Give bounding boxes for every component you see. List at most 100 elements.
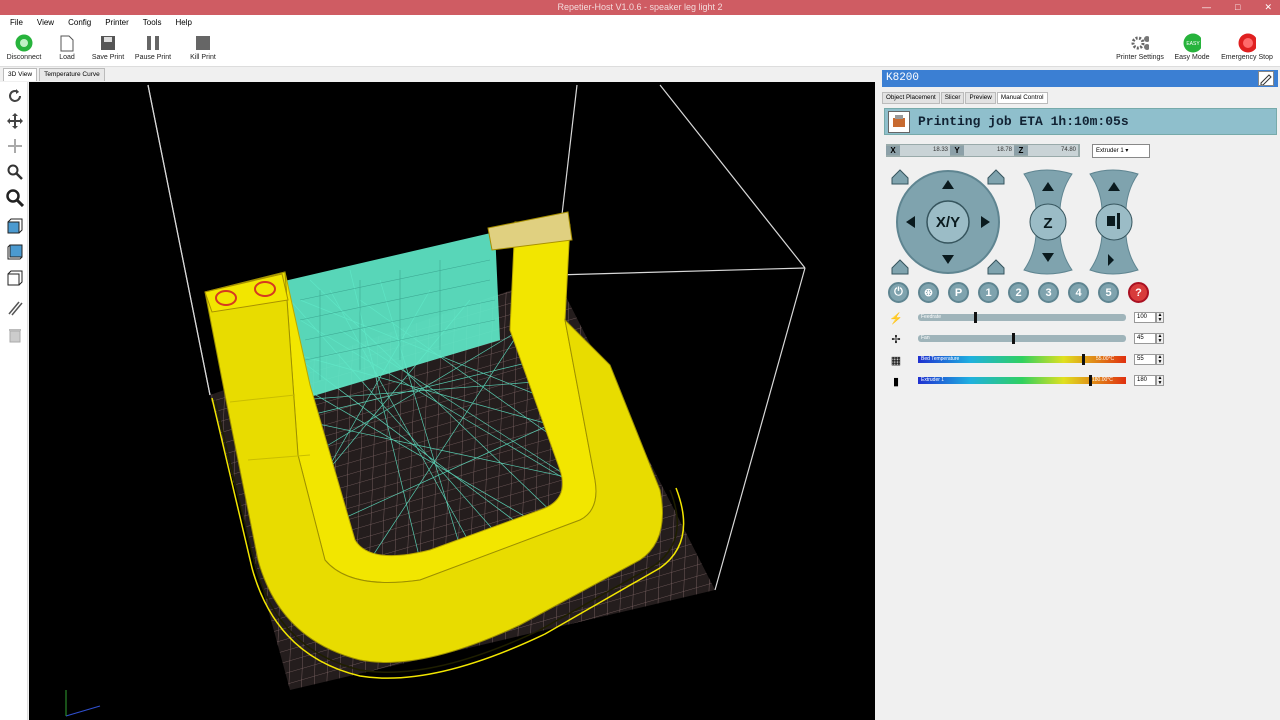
emergency-stop-button[interactable]: Emergency Stop xyxy=(1218,33,1276,61)
bed-temperature-input[interactable]: 55 xyxy=(1134,354,1156,365)
menu-config[interactable]: Config xyxy=(68,15,91,30)
extruder-temperature-input[interactable]: 180 xyxy=(1134,375,1156,386)
feedrate-spinner[interactable]: ▲ ▼ xyxy=(1156,312,1164,323)
help-button[interactable]: ? xyxy=(1128,282,1149,303)
macro-5-button[interactable]: 5 xyxy=(1098,282,1119,303)
home-icon xyxy=(987,169,1005,185)
extruder-temperature-slider[interactable]: Extruder 1 180.00°C xyxy=(918,375,1126,386)
view-iso-icon[interactable] xyxy=(5,268,24,287)
zoom-in-icon[interactable] xyxy=(5,162,24,181)
macro-4-button[interactable]: 4 xyxy=(1068,282,1089,303)
svg-text:X/Y: X/Y xyxy=(936,214,960,231)
easy-mode-button[interactable]: EASY Easy Mode xyxy=(1170,33,1214,61)
edit-button[interactable] xyxy=(1258,71,1274,86)
y-value: 18.78 xyxy=(964,145,1014,156)
tab-preview[interactable]: Preview xyxy=(965,92,996,104)
parallel-lines-icon[interactable] xyxy=(5,298,24,317)
view-front-icon[interactable] xyxy=(5,216,24,235)
nozzle-icon: ▮ xyxy=(892,375,900,388)
window-title: Repetier-Host V1.0.6 - speaker leg light… xyxy=(557,2,723,12)
save-icon xyxy=(99,34,117,52)
kill-print-label: Kill Print xyxy=(190,54,216,61)
z-label: Z xyxy=(1014,146,1028,155)
close-button[interactable]: ✕ xyxy=(1264,0,1272,15)
menu-view[interactable]: View xyxy=(37,15,54,30)
park-button[interactable]: P xyxy=(948,282,969,303)
title-bar: Repetier-Host V1.0.6 - speaker leg light… xyxy=(0,0,1280,15)
kill-print-button[interactable]: Kill Print xyxy=(181,34,225,61)
jog-controls: X/Y Z xyxy=(891,169,1139,275)
speed-icon: ⚡ xyxy=(889,312,903,325)
heated-bed-icon: ▦ xyxy=(890,354,902,367)
extruder-select[interactable]: Extruder 1 ▾ xyxy=(1092,144,1150,158)
tab-slicer[interactable]: Slicer xyxy=(940,92,965,104)
easy-mode-label: Easy Mode xyxy=(1174,54,1210,61)
macro-1-button[interactable]: 1 xyxy=(978,282,999,303)
fan-slider[interactable]: Fan xyxy=(918,333,1126,344)
menu-tools[interactable]: Tools xyxy=(143,15,162,30)
pan-icon[interactable] xyxy=(5,136,24,155)
extruder-temperature-row: ▮ Extruder 1 180.00°C 180 ▲ ▼ xyxy=(888,374,1168,388)
refresh-icon[interactable] xyxy=(5,86,24,105)
easy-mode-icon: EASY xyxy=(1183,33,1201,53)
bed-temperature-reading: 55.00°C xyxy=(1096,356,1115,362)
toolbar: Disconnect Load Save Print Pause Print K… xyxy=(0,30,1280,67)
load-button[interactable]: Load xyxy=(45,34,89,61)
gears-icon xyxy=(1131,34,1149,52)
maximize-button[interactable]: □ xyxy=(1235,0,1240,15)
macro-3-button[interactable]: 3 xyxy=(1038,282,1059,303)
emergency-stop-label: Emergency Stop xyxy=(1221,54,1273,61)
zoom-fit-icon[interactable] xyxy=(5,188,24,207)
panel-tabs: Object Placement Slicer Preview Manual C… xyxy=(882,92,1048,104)
save-print-label: Save Print xyxy=(91,54,125,61)
tab-temperature-curve[interactable]: Temperature Curve xyxy=(39,68,105,81)
view-toolbar xyxy=(0,82,28,720)
power-toggle-button[interactable]: ⏻ xyxy=(888,282,909,303)
menu-help[interactable]: Help xyxy=(175,15,191,30)
bed-temperature-spinner[interactable]: ▲ ▼ xyxy=(1156,354,1164,365)
bed-temperature-slider[interactable]: Bed Temperature 55.00°C xyxy=(918,354,1126,365)
feedrate-thumb[interactable] xyxy=(974,312,978,323)
x-value: 18.33 xyxy=(900,145,950,156)
disconnect-button[interactable]: Disconnect xyxy=(2,34,46,61)
menu-printer[interactable]: Printer xyxy=(105,15,129,30)
position-readout: X 18.33 Y 18.78 Z 74.80 xyxy=(886,144,1080,157)
pause-icon xyxy=(144,34,162,52)
fan-spinner[interactable]: ▲ ▼ xyxy=(1156,333,1164,344)
axis-indicator xyxy=(65,690,101,717)
x-label: X xyxy=(886,146,900,155)
view-top-icon[interactable] xyxy=(5,242,24,261)
tab-manual-control[interactable]: Manual Control xyxy=(996,92,1048,104)
stop-icon xyxy=(194,34,212,52)
load-label: Load xyxy=(59,54,75,61)
fan-thumb[interactable] xyxy=(1011,333,1015,344)
fan-input[interactable]: 45 xyxy=(1134,333,1156,344)
printer-settings-button[interactable]: Printer Settings xyxy=(1112,34,1168,61)
y-label: Y xyxy=(950,146,964,155)
pause-print-label: Pause Print xyxy=(134,54,172,61)
print-status: Printing job ETA 1h:10m:05s xyxy=(884,108,1277,135)
feedrate-slider[interactable]: Feedrate xyxy=(918,312,1126,323)
printer-panel: K8200 Object Placement Slicer Preview Ma… xyxy=(880,68,1280,720)
bed-temperature-thumb[interactable] xyxy=(1082,354,1086,365)
minimize-button[interactable]: — xyxy=(1202,0,1211,15)
menu-file[interactable]: File xyxy=(10,15,23,30)
pencil-icon xyxy=(1260,74,1272,86)
trash-icon[interactable] xyxy=(5,325,24,344)
tab-3d-view[interactable]: 3D View xyxy=(3,68,38,81)
feedrate-row: ⚡ Feedrate 100 ▲ ▼ xyxy=(888,311,1168,325)
menu-bar: File View Config Printer Tools Help xyxy=(0,15,1280,30)
macro-2-button[interactable]: 2 xyxy=(1008,282,1029,303)
fan-row: ✢ Fan 45 ▲ ▼ xyxy=(888,332,1168,346)
pause-print-button[interactable]: Pause Print xyxy=(131,34,175,61)
fan-toggle-button[interactable]: ⊛ xyxy=(918,282,939,303)
tab-object-placement[interactable]: Object Placement xyxy=(882,92,940,104)
move-icon[interactable] xyxy=(5,111,24,130)
save-print-button[interactable]: Save Print xyxy=(86,34,130,61)
feedrate-input[interactable]: 100 xyxy=(1134,312,1156,323)
extruder-temperature-thumb[interactable] xyxy=(1088,375,1092,386)
3d-viewport[interactable] xyxy=(29,82,875,720)
disconnect-label: Disconnect xyxy=(6,54,42,61)
extruder-temperature-spinner[interactable]: ▲ ▼ xyxy=(1156,375,1164,386)
emergency-stop-icon xyxy=(1238,33,1256,53)
